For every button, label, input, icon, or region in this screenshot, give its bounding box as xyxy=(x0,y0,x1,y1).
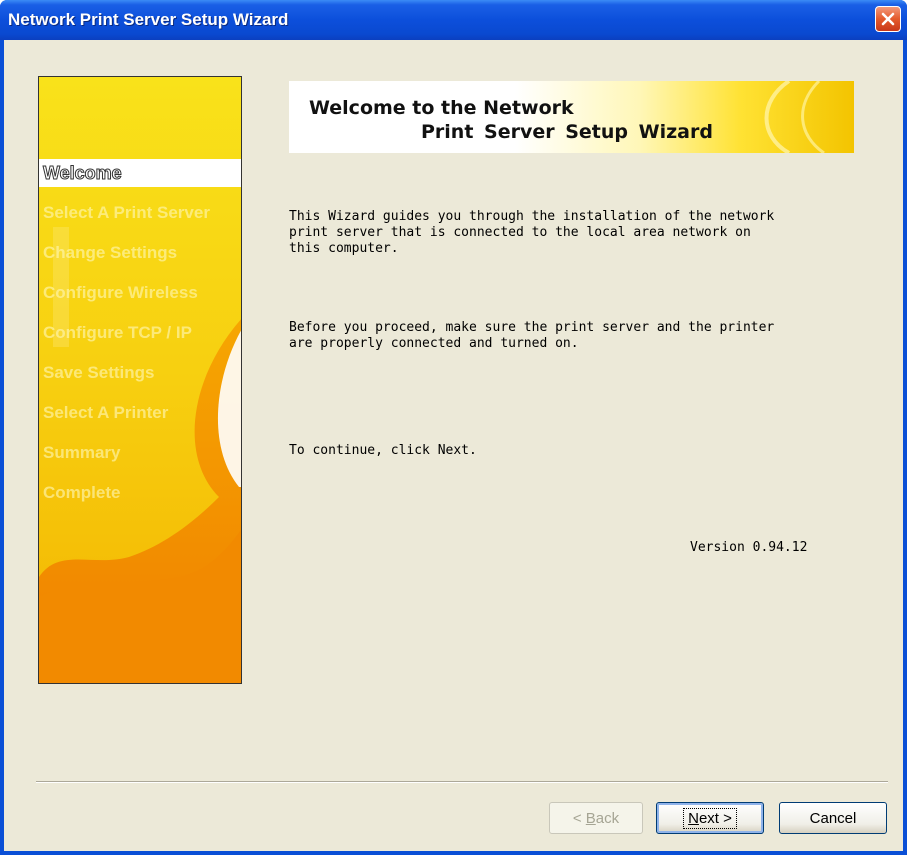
next-button-label: ext > xyxy=(698,809,732,827)
step-change-settings: Change Settings xyxy=(43,243,178,262)
step-summary: Summary xyxy=(43,443,121,462)
close-button[interactable] xyxy=(875,6,901,32)
version-label: Version 0.94.12 xyxy=(690,540,808,555)
next-button-mnemonic: N xyxy=(688,809,699,827)
back-button-prefix: < xyxy=(572,809,586,827)
close-icon xyxy=(881,12,895,26)
precondition-line: Before you proceed, make sure the print … xyxy=(289,320,775,335)
back-button[interactable]: < Back xyxy=(549,802,643,834)
step-save-settings: Save Settings xyxy=(43,363,155,382)
steps-sidebar: Welcome Select A Print Server Change Set… xyxy=(38,76,242,684)
step-select-print-server: Select A Print Server xyxy=(43,203,210,222)
continue-instruction: To continue, click Next. xyxy=(289,443,477,458)
intro-line: This Wizard guides you through the insta… xyxy=(289,209,775,224)
back-button-label: ack xyxy=(595,809,620,827)
button-divider xyxy=(36,781,888,783)
intro-paragraph: This Wizard guides you through the insta… xyxy=(289,209,849,257)
back-button-mnemonic: B xyxy=(585,809,596,827)
cancel-button[interactable]: Cancel xyxy=(779,802,887,834)
title-bar[interactable]: Network Print Server Setup Wizard xyxy=(0,0,907,40)
step-configure-tcpip: Configure TCP / IP xyxy=(43,323,192,342)
step-select-printer: Select A Printer xyxy=(43,403,169,422)
next-button[interactable]: Next > xyxy=(656,802,764,834)
welcome-banner: Welcome to the Network Print Server Setu… xyxy=(289,81,854,153)
intro-line: print server that is connected to the lo… xyxy=(289,225,751,240)
precondition-line: are properly connected and turned on. xyxy=(289,336,579,351)
banner-title-line1: Welcome to the Network xyxy=(309,97,574,119)
step-complete: Complete xyxy=(43,483,121,502)
wizard-window: Network Print Server Setup Wizard Welcom… xyxy=(0,0,907,855)
precondition-paragraph: Before you proceed, make sure the print … xyxy=(289,320,849,352)
step-welcome: Welcome xyxy=(39,159,241,187)
next-button-focus: Next > xyxy=(683,807,737,829)
dialog-body: Welcome Select A Print Server Change Set… xyxy=(4,40,903,851)
banner-title-line2: Print Server Setup Wizard xyxy=(421,121,713,143)
step-configure-wireless: Configure Wireless xyxy=(43,283,198,302)
window-title: Network Print Server Setup Wizard xyxy=(8,10,289,29)
intro-line: this computer. xyxy=(289,241,399,256)
